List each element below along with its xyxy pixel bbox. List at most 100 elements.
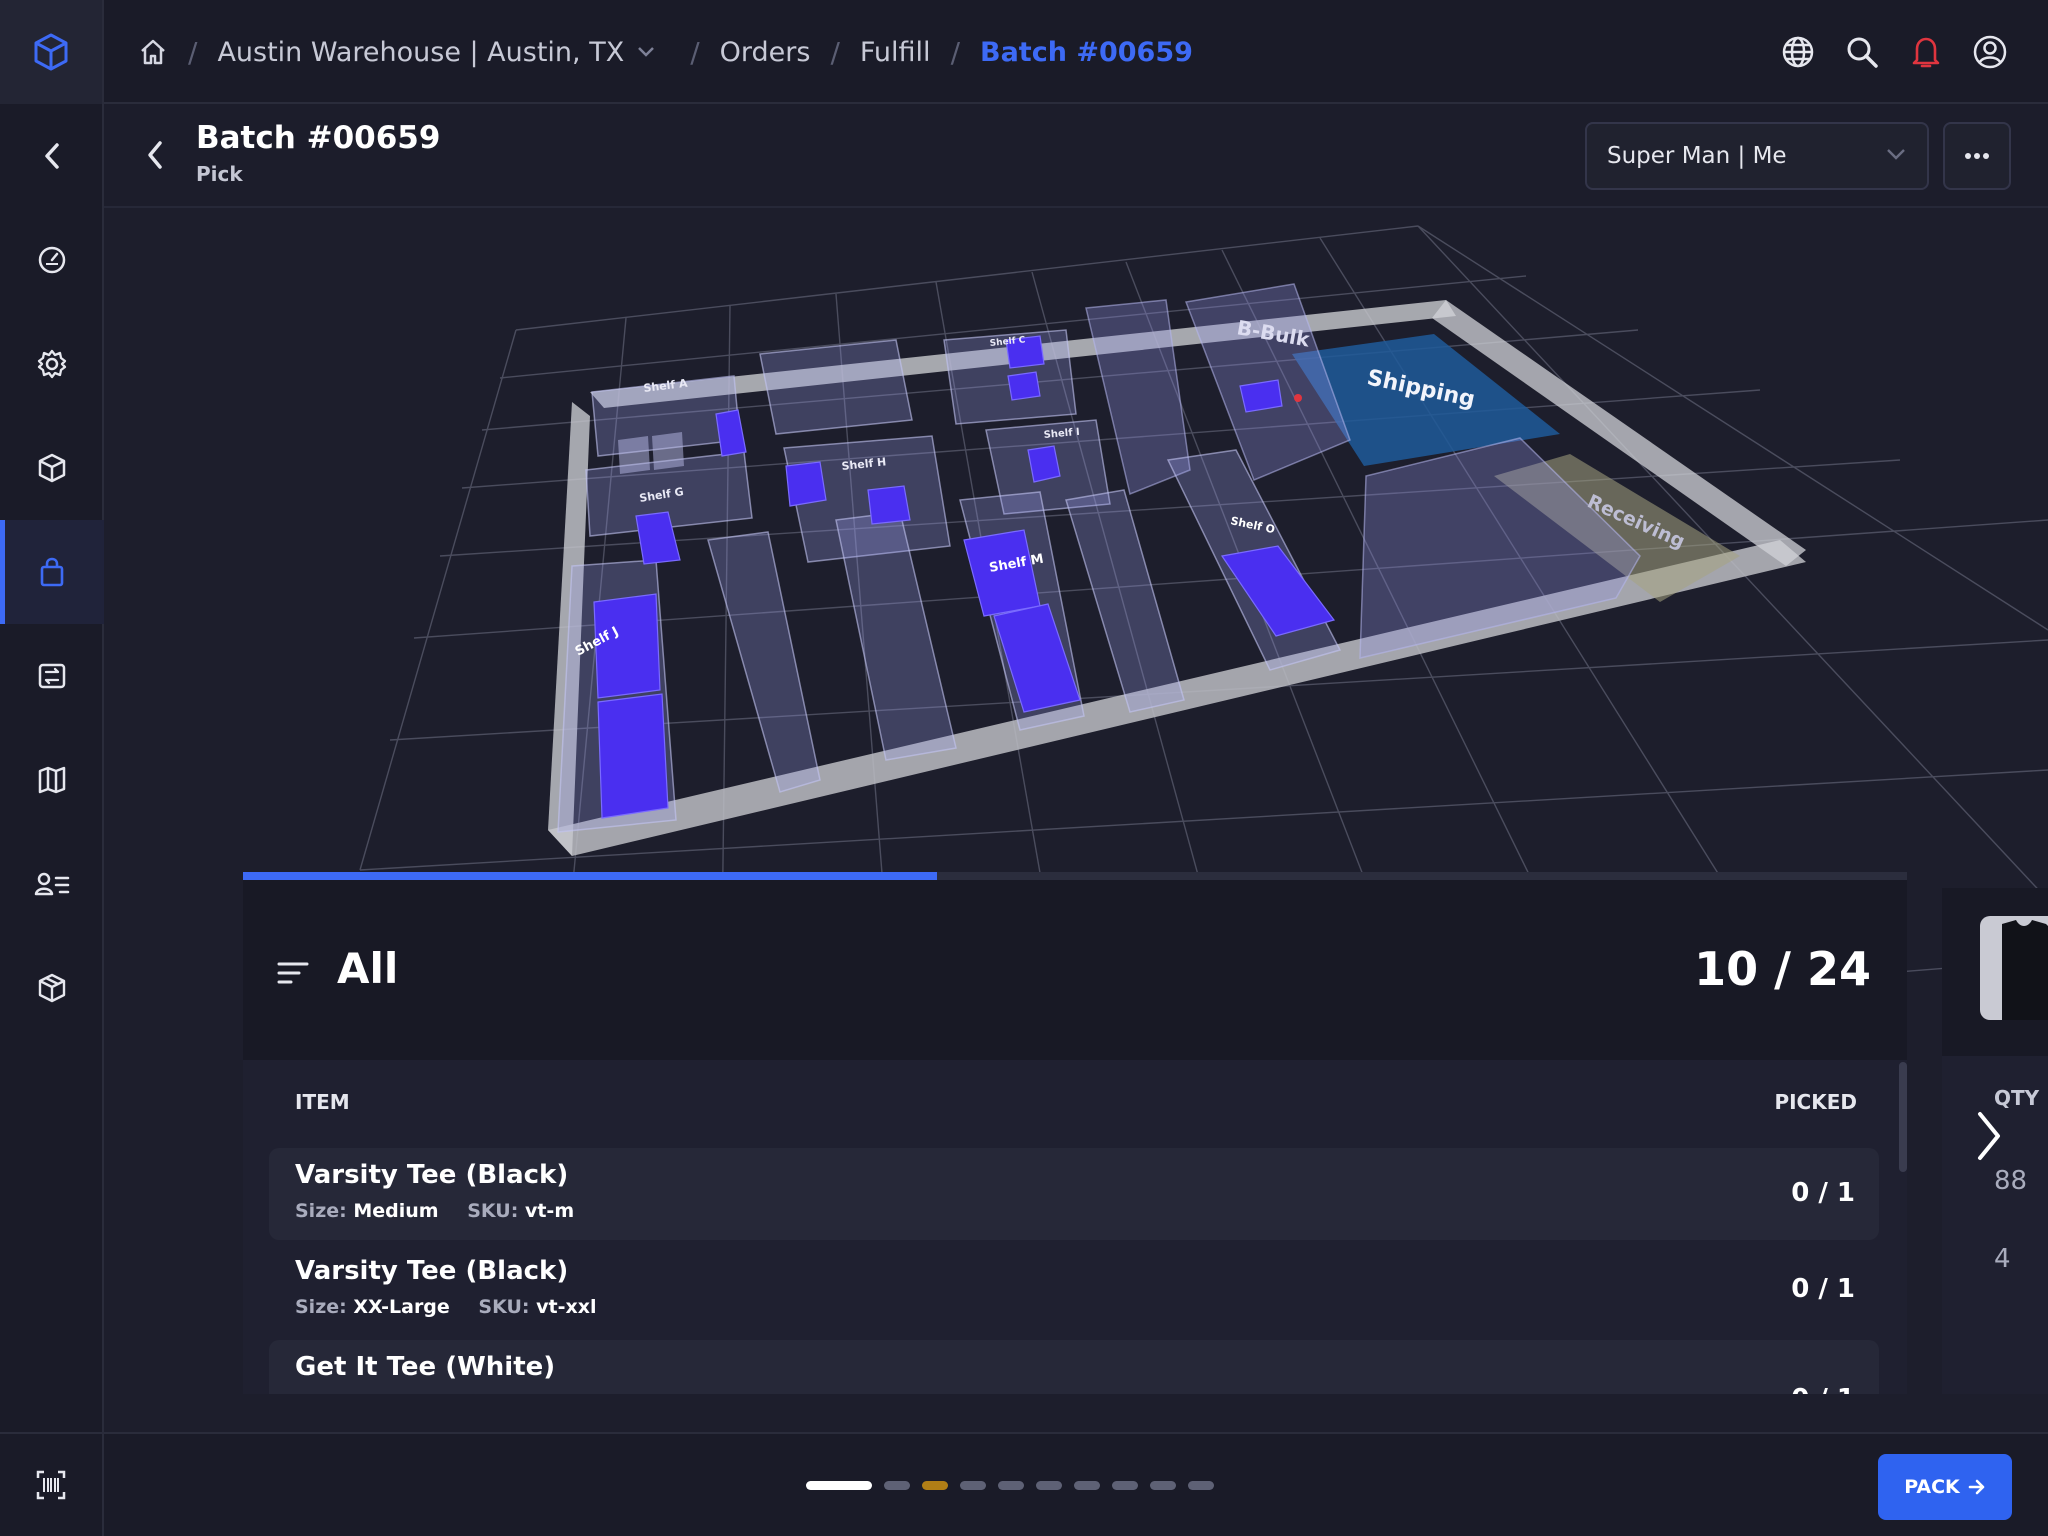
speedometer-icon <box>38 246 66 274</box>
peek-qty-label: QTY <box>1994 1086 2040 1110</box>
pick-progress-track <box>243 872 1907 880</box>
pack-button-label: PACK <box>1904 1476 1960 1498</box>
gear-icon <box>37 349 67 379</box>
item-sku: vt-xxl <box>536 1296 597 1318</box>
list-item[interactable]: Varsity Tee (Black) Size: Medium SKU: vt… <box>269 1148 1879 1240</box>
arrow-right-icon <box>1968 1479 1985 1495</box>
item-meta: Size: Medium SKU: vt-m <box>295 1200 574 1222</box>
breadcrumb-warehouse-label: Austin Warehouse | Austin, TX <box>217 36 625 68</box>
product-thumbnail <box>1980 916 2048 1020</box>
sidebar-item-packages[interactable] <box>0 936 104 1040</box>
breadcrumb-separator: / <box>188 35 198 69</box>
more-options-button[interactable] <box>1943 122 2011 190</box>
barcode-scan-icon <box>36 1470 66 1500</box>
ellipsis-icon <box>1965 153 1989 159</box>
item-name: Get It Tee (White) <box>295 1352 556 1382</box>
filter-label[interactable]: All <box>337 944 398 993</box>
item-size-label: Size: <box>295 1296 347 1318</box>
breadcrumb-separator: / <box>950 35 960 69</box>
transfer-arrows-icon <box>38 663 66 689</box>
package-icon <box>38 973 66 1003</box>
item-size: XX-Large <box>353 1296 450 1318</box>
chevron-down-icon <box>638 47 655 57</box>
peek-qty-value: 88 <box>1994 1166 2028 1196</box>
page-dot[interactable] <box>884 1481 910 1490</box>
breadcrumb-orders[interactable]: Orders <box>720 37 811 68</box>
filter-sort-icon[interactable] <box>277 960 309 990</box>
bottom-bar: PACK <box>104 1432 2048 1536</box>
assignee-select-value: Super Man | Me <box>1607 143 1787 169</box>
item-size-label: Size: <box>295 1200 347 1222</box>
list-item[interactable]: Get It Tee (White) 0 / 1 <box>269 1340 1879 1394</box>
barcode-scan-button[interactable] <box>0 1432 104 1536</box>
language-globe-icon[interactable] <box>1780 34 1816 70</box>
user-list-icon <box>34 872 70 896</box>
pick-progress-fill <box>243 872 937 880</box>
home-icon[interactable] <box>138 37 168 67</box>
breadcrumb-fulfill[interactable]: Fulfill <box>860 37 931 68</box>
sidebar-item-orders[interactable] <box>0 520 104 624</box>
breadcrumb-separator: / <box>830 35 840 69</box>
item-picked: 0 / 1 <box>1791 1274 1855 1304</box>
item-name: Varsity Tee (Black) <box>295 1256 569 1286</box>
breadcrumb: / Austin Warehouse | Austin, TX / Orders… <box>138 0 1193 104</box>
page-dot[interactable] <box>998 1481 1024 1490</box>
back-button[interactable] <box>144 138 166 176</box>
sidebar-item-settings[interactable] <box>0 312 104 416</box>
search-icon[interactable] <box>1844 34 1880 70</box>
page-dot[interactable] <box>960 1481 986 1490</box>
next-panel-button[interactable] <box>1974 1110 2002 1166</box>
box-icon <box>38 453 66 483</box>
notification-bell-icon[interactable] <box>1908 34 1944 70</box>
page-dot-active[interactable] <box>806 1481 872 1490</box>
sidebar-item-users[interactable] <box>0 832 104 936</box>
sidebar-item-transfers[interactable] <box>0 624 104 728</box>
page-dot[interactable] <box>1150 1481 1176 1490</box>
map-icon <box>38 766 66 794</box>
page-header: Batch #00659 Pick Super Man | Me <box>104 104 2048 208</box>
page-dot[interactable] <box>1036 1481 1062 1490</box>
page-subtitle: Pick <box>196 162 243 186</box>
picked-count: 10 / 24 <box>1694 942 1871 996</box>
pick-list-panel: All 10 / 24 ITEM PICKED Varsity Tee (Bla… <box>243 872 1907 1394</box>
sidebar-item-products[interactable] <box>0 416 104 520</box>
page-dot[interactable] <box>1112 1481 1138 1490</box>
list-scrollbar[interactable] <box>1899 1062 1907 1172</box>
pack-button[interactable]: PACK <box>1878 1454 2012 1520</box>
sidebar <box>0 104 104 1536</box>
chevron-down-icon <box>1887 149 1905 160</box>
chevron-left-icon <box>148 141 162 169</box>
breadcrumb-batch: Batch #00659 <box>980 36 1193 68</box>
peek-header <box>1942 888 2048 1056</box>
item-sku-label: SKU: <box>467 1200 519 1222</box>
breadcrumb-separator: / <box>690 35 700 69</box>
sidebar-collapse-button[interactable] <box>0 104 104 208</box>
item-picked: 0 / 1 <box>1791 1384 1855 1394</box>
item-size: Medium <box>353 1200 439 1222</box>
assignee-select[interactable]: Super Man | Me <box>1585 122 1929 190</box>
user-account-icon[interactable] <box>1972 34 2008 70</box>
page-dot[interactable] <box>922 1481 948 1490</box>
item-name: Varsity Tee (Black) <box>295 1160 569 1190</box>
page-indicator <box>806 1481 1214 1490</box>
column-header-item: ITEM <box>295 1090 350 1114</box>
list-item[interactable]: Varsity Tee (Black) Size: XX-Large SKU: … <box>269 1244 1879 1336</box>
pick-list-header: All 10 / 24 <box>243 880 1907 1060</box>
page-dot[interactable] <box>1074 1481 1100 1490</box>
cube-logo-icon <box>34 33 68 71</box>
top-actions <box>1780 0 2008 104</box>
sidebar-item-dashboard[interactable] <box>0 208 104 312</box>
shopping-bag-icon <box>40 557 64 587</box>
top-bar: / Austin Warehouse | Austin, TX / Orders… <box>0 0 2048 104</box>
chevron-left-icon <box>45 143 59 169</box>
item-sku: vt-m <box>524 1200 575 1222</box>
page-dot[interactable] <box>1188 1481 1214 1490</box>
sidebar-item-map[interactable] <box>0 728 104 832</box>
app-logo[interactable] <box>0 0 104 104</box>
item-sku-label: SKU: <box>478 1296 530 1318</box>
item-meta: Size: XX-Large SKU: vt-xxl <box>295 1296 597 1318</box>
page-title: Batch #00659 <box>196 120 441 156</box>
column-header-picked: PICKED <box>1774 1090 1857 1114</box>
peek-qty-value: 4 <box>1994 1244 2011 1274</box>
breadcrumb-warehouse[interactable]: Austin Warehouse | Austin, TX <box>217 37 656 68</box>
